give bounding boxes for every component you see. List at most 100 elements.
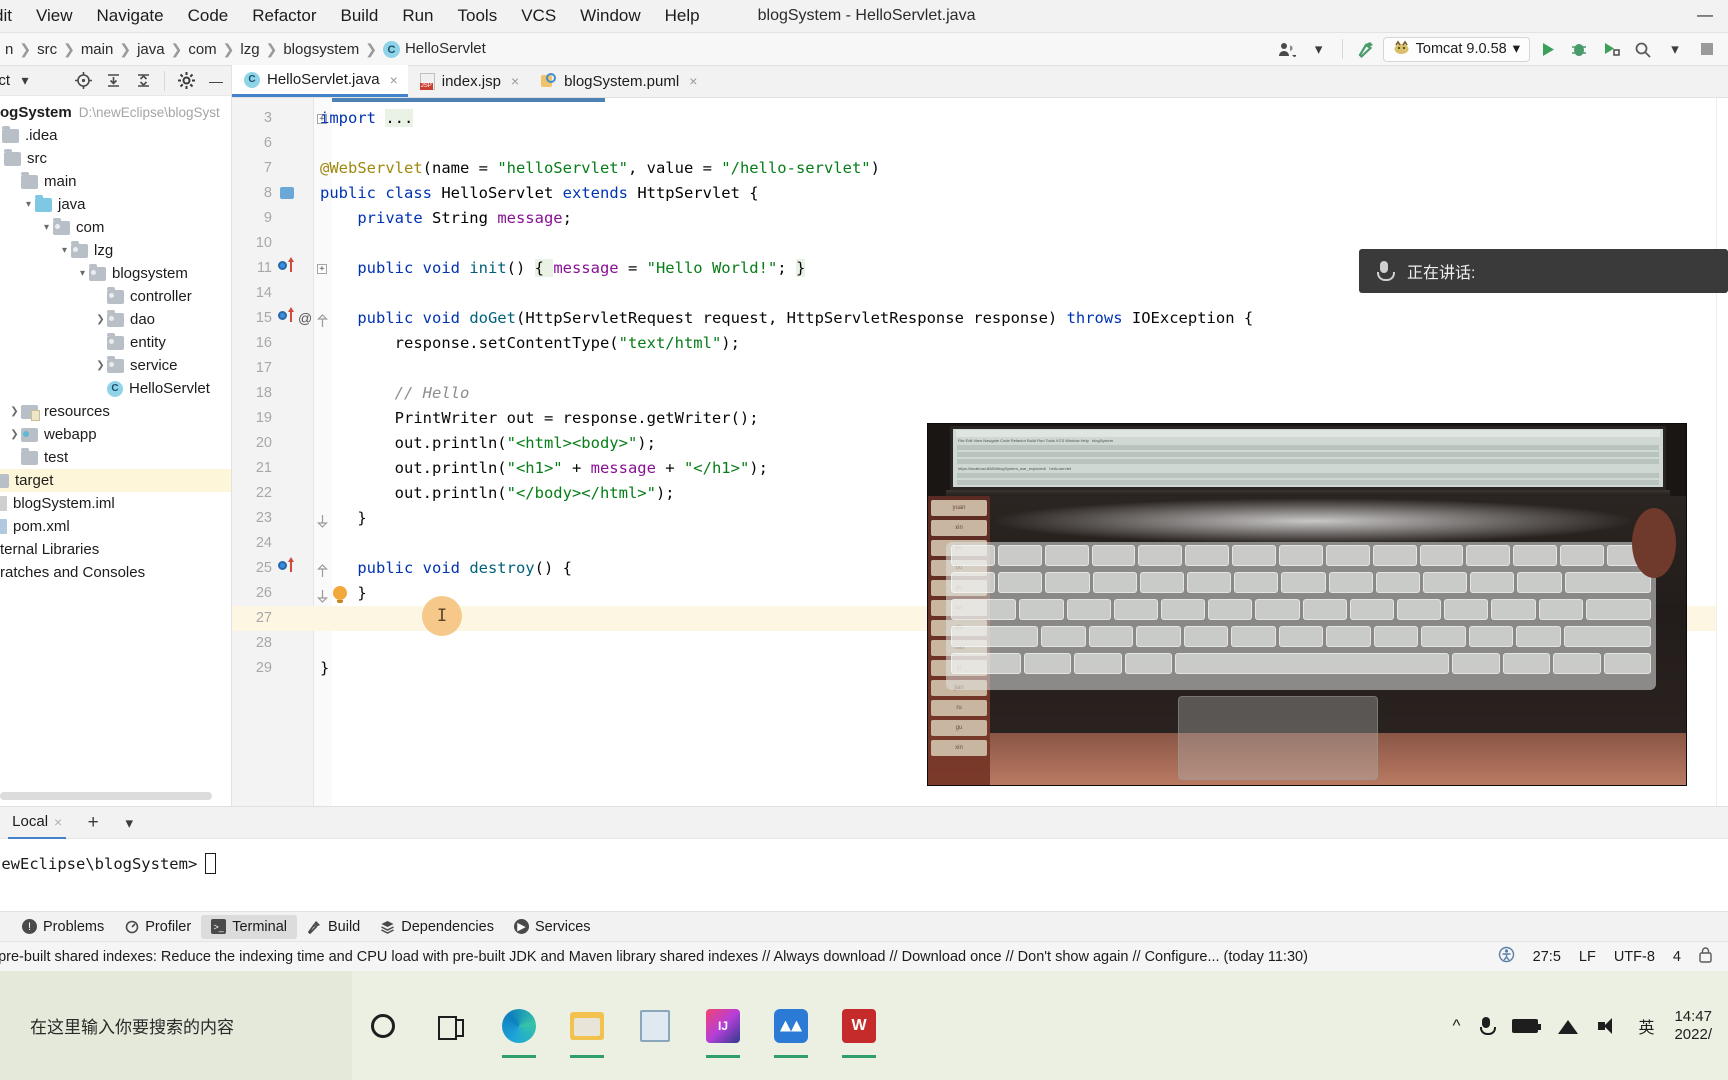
tree-expander-expand-icon[interactable]: ❯: [8, 406, 21, 417]
code-line[interactable]: 9 private String message;: [232, 206, 1728, 231]
menu-item-run[interactable]: Run: [390, 4, 445, 28]
annotation-gutter-icon[interactable]: @: [298, 306, 312, 331]
tool-window-button-build[interactable]: Build: [297, 915, 370, 939]
tree-node-java[interactable]: ▾ java: [0, 193, 231, 216]
taskbar-clock[interactable]: 14:47 2022/: [1674, 1008, 1712, 1044]
close-icon[interactable]: ×: [689, 73, 697, 89]
tree-node-blogsystem-iml[interactable]: blogSystem.iml: [0, 492, 231, 515]
override-gutter-icon[interactable]: [288, 557, 294, 572]
tool-window-button-terminal[interactable]: >_ Terminal: [201, 914, 297, 939]
editor-tab-blogsystem-puml[interactable]: blogSystem.puml ×: [529, 65, 707, 97]
run-configuration-selector[interactable]: Tomcat 9.0.58 ▾: [1382, 36, 1530, 62]
microphone-icon[interactable]: [1480, 1016, 1497, 1035]
tree-node-idea[interactable]: .idea: [0, 124, 231, 147]
hide-panel-icon[interactable]: —: [201, 68, 231, 94]
close-icon[interactable]: ×: [390, 72, 398, 88]
code-line[interactable]: 17: [232, 356, 1728, 381]
tree-expander-expand-icon[interactable]: ❯: [8, 429, 21, 440]
caret-position[interactable]: 27:5: [1533, 949, 1561, 965]
chevron-up-icon[interactable]: ^: [1452, 1016, 1460, 1036]
user-icon[interactable]: [1272, 36, 1302, 62]
tree-node-blogsystem[interactable]: ▾ blogsystem: [0, 262, 231, 285]
run-gutter-icon[interactable]: [278, 311, 287, 320]
close-icon[interactable]: ×: [511, 73, 519, 89]
stop-icon[interactable]: [1692, 36, 1722, 62]
expand-all-icon[interactable]: [98, 68, 128, 94]
collapse-all-icon[interactable]: [128, 68, 158, 94]
menu-item-refactor[interactable]: Refactor: [240, 4, 328, 28]
minimize-button[interactable]: —: [1682, 0, 1728, 32]
close-icon[interactable]: ×: [54, 814, 62, 830]
breadcrumb-item-main[interactable]: main: [76, 41, 119, 58]
breadcrumb-item-java[interactable]: java: [132, 41, 170, 58]
tree-node-resources[interactable]: ❯ resources: [0, 400, 231, 423]
tree-node-target[interactable]: target: [0, 469, 231, 492]
search-everywhere-icon[interactable]: [1628, 36, 1658, 62]
tree-node-webapp[interactable]: ❯ webapp: [0, 423, 231, 446]
accessibility-icon[interactable]: [1498, 946, 1515, 967]
tree-node-main[interactable]: main: [0, 170, 231, 193]
file-explorer-icon[interactable]: [564, 1003, 610, 1058]
tree-node-test[interactable]: test: [0, 446, 231, 469]
debug-icon[interactable]: [1564, 36, 1594, 62]
tree-expander-collapse-icon[interactable]: ▾: [40, 222, 53, 233]
breadcrumb-item-project[interactable]: n: [0, 41, 18, 58]
breadcrumb-item-lzg[interactable]: lzg: [235, 41, 264, 58]
status-bar-message[interactable]: d pre-built shared indexes: Reduce the i…: [0, 949, 1308, 965]
ime-indicator[interactable]: 英: [1638, 1014, 1654, 1038]
menu-item-vcs[interactable]: VCS: [509, 4, 568, 28]
breadcrumb-item-src[interactable]: src: [32, 41, 62, 58]
tree-node-project-root[interactable]: ogSystem D:\newEclipse\blogSyst: [0, 101, 231, 124]
menu-item-navigate[interactable]: Navigate: [85, 4, 176, 28]
tool-window-button-dependencies[interactable]: Dependencies: [370, 915, 504, 939]
coverage-icon[interactable]: [1596, 36, 1626, 62]
task-view-icon[interactable]: [428, 1003, 474, 1049]
tree-expander-collapse-icon[interactable]: ▾: [22, 199, 35, 210]
code-line[interactable]: 8 public class HelloServlet extends HttpS…: [232, 181, 1728, 206]
project-tree-horizontal-scrollbar[interactable]: [0, 792, 212, 800]
chevron-down-icon[interactable]: ▾: [1660, 36, 1690, 62]
tool-window-button-services[interactable]: ▶ Services: [504, 915, 601, 939]
tree-node-external-libraries[interactable]: ternal Libraries: [0, 538, 231, 561]
tree-node-entity[interactable]: entity: [0, 331, 231, 354]
run-gutter-icon[interactable]: [278, 261, 287, 270]
tree-node-com[interactable]: ▾ com: [0, 216, 231, 239]
terminal-output[interactable]: newEclipse\blogSystem>: [0, 839, 1728, 874]
cortana-icon[interactable]: [360, 1003, 406, 1049]
code-line[interactable]: 7 @WebServlet(name = "helloServlet", valu…: [232, 156, 1728, 181]
indent-size[interactable]: 4: [1673, 949, 1681, 965]
chevron-down-icon[interactable]: ▾: [10, 68, 40, 94]
menu-item-code[interactable]: Code: [176, 4, 241, 28]
menu-item-build[interactable]: Build: [329, 4, 391, 28]
lock-icon[interactable]: [1699, 946, 1712, 967]
breadcrumb-item-com[interactable]: com: [183, 41, 221, 58]
breadcrumb-item-helloservlet[interactable]: C HelloServlet: [378, 40, 491, 59]
tree-node-helloservlet[interactable]: C HelloServlet: [0, 377, 231, 400]
speaking-notification[interactable]: 正在讲话:: [1359, 249, 1728, 293]
editor-tab-helloservlet-java[interactable]: C HelloServlet.java ×: [232, 65, 408, 97]
menu-item-help[interactable]: Help: [653, 4, 712, 28]
battery-icon[interactable]: [1512, 1018, 1542, 1033]
tree-expander-collapse-icon[interactable]: ▾: [76, 268, 89, 279]
chevron-down-icon[interactable]: ▾: [1304, 36, 1334, 62]
tool-window-button-problems[interactable]: ! Problems: [12, 915, 114, 939]
project-panel-title[interactable]: ect: [0, 72, 10, 89]
blue-app-icon[interactable]: [768, 1003, 814, 1058]
web-gutter-icon[interactable]: [280, 187, 294, 199]
editor-vertical-scrollbar[interactable]: [1716, 98, 1728, 806]
tree-node-service[interactable]: ❯ service: [0, 354, 231, 377]
breadcrumb-item-blogsystem[interactable]: blogsystem: [278, 41, 364, 58]
code-line[interactable]: 16 response.setContentType("text/html");: [232, 331, 1728, 356]
tree-node-pom-xml[interactable]: pom.xml: [0, 515, 231, 538]
tool-window-button-profiler[interactable]: Profiler: [114, 915, 201, 939]
file-encoding[interactable]: UTF-8: [1614, 949, 1655, 965]
code-line[interactable]: 3 + import ...: [232, 106, 1728, 131]
tree-expander-collapse-icon[interactable]: ▾: [58, 245, 71, 256]
notes-icon[interactable]: [632, 1003, 678, 1049]
network-icon[interactable]: [1558, 1018, 1579, 1034]
run-icon[interactable]: [1532, 36, 1562, 62]
menu-item-edit[interactable]: dit: [0, 4, 24, 28]
menu-item-tools[interactable]: Tools: [446, 4, 510, 28]
chevron-down-icon[interactable]: ▾: [114, 810, 144, 836]
code-line[interactable]: 18 // Hello: [232, 381, 1728, 406]
